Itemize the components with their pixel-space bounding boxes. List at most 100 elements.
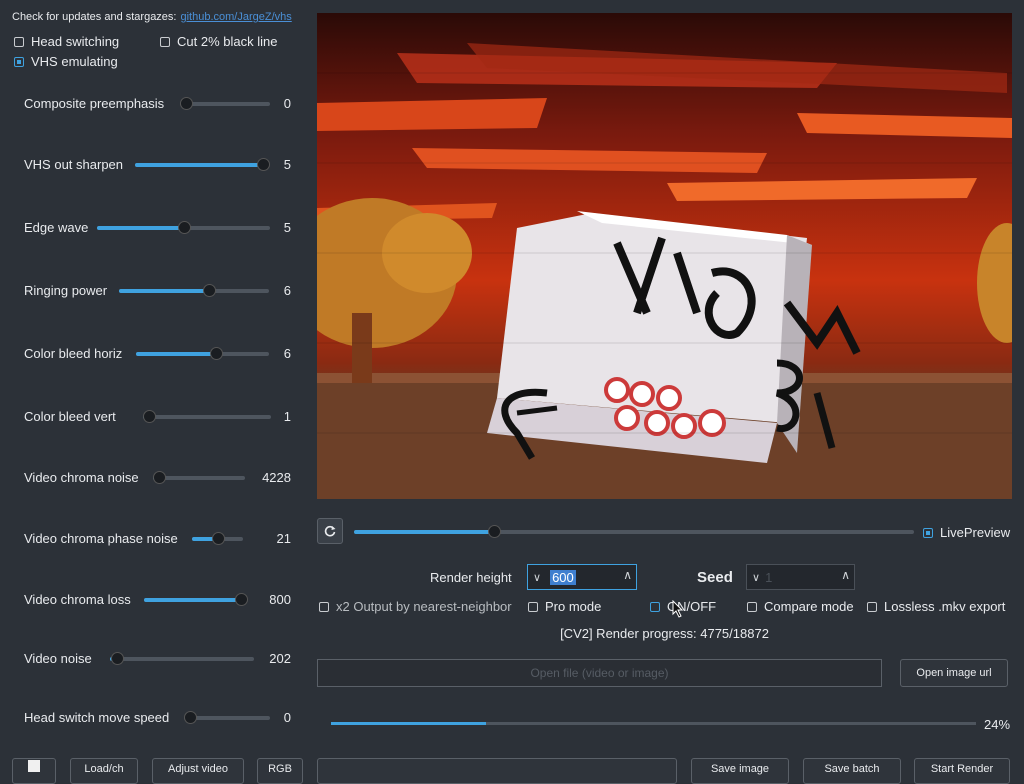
slider-track[interactable] (97, 221, 270, 234)
slider-handle[interactable] (203, 284, 216, 297)
slider-label: Color bleed vert (24, 409, 116, 424)
slider-track[interactable] (144, 593, 248, 606)
cut-black-line-checkbox[interactable]: Cut 2% black line (160, 34, 277, 49)
save-image-button[interactable]: Save image (691, 758, 789, 784)
vhs-emulating-label: VHS emulating (31, 54, 118, 69)
refresh-icon (324, 525, 336, 537)
slider-value: 6 (283, 346, 291, 361)
slider-handle[interactable] (180, 97, 193, 110)
slider-label: Composite preemphasis (24, 96, 165, 111)
lossless-export-checkbox[interactable]: Lossless .mkv export (867, 599, 1005, 614)
open-file-input[interactable]: Open file (video or image) (317, 659, 882, 687)
slider-track[interactable] (153, 471, 245, 484)
checkbox-box[interactable] (14, 36, 24, 47)
head-switching-label: Head switching (31, 34, 120, 49)
render-height-value[interactable]: 600 (550, 569, 576, 585)
render-height-label: Render height (430, 570, 512, 585)
render-height-spinbox[interactable]: ∨ 600 ∧ (527, 564, 637, 590)
slider-handle[interactable] (211, 532, 225, 545)
slider-value: 21 (276, 531, 291, 546)
checkbox-box[interactable] (867, 601, 877, 612)
checkbox-box-checked[interactable] (14, 56, 24, 67)
slider-fill (119, 289, 209, 293)
vhs-emulating-checkbox[interactable]: VHS emulating (14, 54, 118, 69)
checkbox-box[interactable] (747, 601, 757, 612)
slider-fill (97, 226, 184, 230)
chevron-up-icon[interactable]: ∧ (623, 568, 632, 582)
checkbox-box[interactable] (650, 601, 660, 612)
checkbox-box-checked[interactable] (923, 527, 933, 538)
live-preview-checkbox[interactable]: LivePreview (923, 525, 1010, 540)
slider-handle[interactable] (153, 471, 166, 484)
start-render-button[interactable]: Start Render (914, 758, 1010, 784)
open-image-url-button[interactable]: Open image url (900, 659, 1008, 687)
timeline-handle[interactable] (488, 525, 501, 538)
slider-fill (135, 163, 269, 167)
save-batch-button[interactable]: Save batch (803, 758, 901, 784)
update-notice-text: Check for updates and stargazes: (12, 11, 177, 23)
checkbox-box[interactable] (160, 36, 170, 47)
slider-track[interactable] (119, 284, 269, 297)
slider-fill (136, 352, 216, 356)
adjust-video-button[interactable]: Adjust video (152, 758, 244, 784)
slider-value: 0 (283, 710, 291, 725)
compare-mode-label: Compare mode (764, 599, 854, 614)
rgb-button[interactable]: RGB (257, 758, 303, 784)
refresh-button[interactable] (317, 518, 343, 544)
slider-track[interactable] (192, 532, 243, 545)
github-link[interactable]: github.com/JargeZ/vhs (180, 11, 291, 23)
slider-handle[interactable] (235, 593, 248, 606)
slider-track[interactable] (110, 652, 254, 665)
x2-output-label: x2 Output by nearest-neighbor (336, 599, 512, 614)
slider-handle[interactable] (184, 711, 197, 724)
stop-icon (28, 760, 40, 772)
slider-handle[interactable] (111, 652, 125, 665)
lossless-export-label: Lossless .mkv export (884, 599, 1006, 614)
slider-handle[interactable] (143, 410, 157, 423)
timeline-fill (354, 530, 494, 534)
render-status: [CV2] Render progress: 4775/18872 (560, 626, 769, 641)
preview-frame-image (317, 13, 1012, 499)
slider-label: Video chroma noise (24, 470, 139, 485)
slider-handle[interactable] (209, 347, 223, 360)
chevron-down-icon[interactable]: ∨ (528, 571, 546, 584)
mouse-cursor-icon (672, 599, 684, 621)
slider-value: 800 (269, 592, 291, 607)
slider-label: Color bleed horiz (24, 346, 123, 361)
video-preview (317, 13, 1012, 499)
slider-label: Video noise (24, 651, 92, 666)
slider-value: 202 (269, 651, 291, 666)
slider-label: Video chroma phase noise (24, 531, 178, 546)
slider-value: 5 (283, 220, 291, 235)
slider-value: 5 (283, 157, 291, 172)
head-switching-checkbox[interactable]: Head switching (14, 34, 119, 49)
x2-output-checkbox[interactable]: x2 Output by nearest-neighbor (319, 599, 512, 614)
checkbox-box[interactable] (319, 601, 329, 612)
stop-button[interactable] (12, 758, 56, 784)
seed-spinbox[interactable]: ∨ 1 ∧ (746, 564, 855, 590)
pro-mode-label: Pro mode (545, 599, 602, 614)
update-notice: Check for updates and stargazes: github.c… (12, 11, 292, 23)
cut-black-line-label: Cut 2% black line (177, 34, 278, 49)
slider-fill (144, 598, 247, 602)
output-path-field[interactable] (317, 758, 677, 784)
chevron-up-icon[interactable]: ∧ (841, 568, 850, 582)
pro-mode-checkbox[interactable]: Pro mode (528, 599, 601, 614)
open-file-placeholder: Open file (video or image) (530, 666, 669, 680)
render-progress-percent: 24% (984, 717, 1011, 732)
load-button[interactable]: Load/ch (70, 758, 138, 784)
slider-label: Video chroma loss (24, 592, 131, 607)
compare-mode-checkbox[interactable]: Compare mode (747, 599, 854, 614)
slider-label: Edge wave (24, 220, 89, 235)
slider-track[interactable] (135, 158, 270, 171)
render-progress-bar (331, 722, 976, 725)
slider-track[interactable] (136, 347, 269, 360)
chevron-down-icon[interactable]: ∨ (747, 571, 765, 584)
checkbox-box[interactable] (528, 601, 538, 612)
timeline-slider[interactable] (354, 525, 914, 538)
seed-value[interactable]: 1 (765, 570, 772, 585)
slider-value: 4228 (262, 470, 291, 485)
slider-value: 0 (283, 96, 291, 111)
slider-label: Ringing power (24, 283, 108, 298)
slider-handle[interactable] (177, 221, 191, 234)
